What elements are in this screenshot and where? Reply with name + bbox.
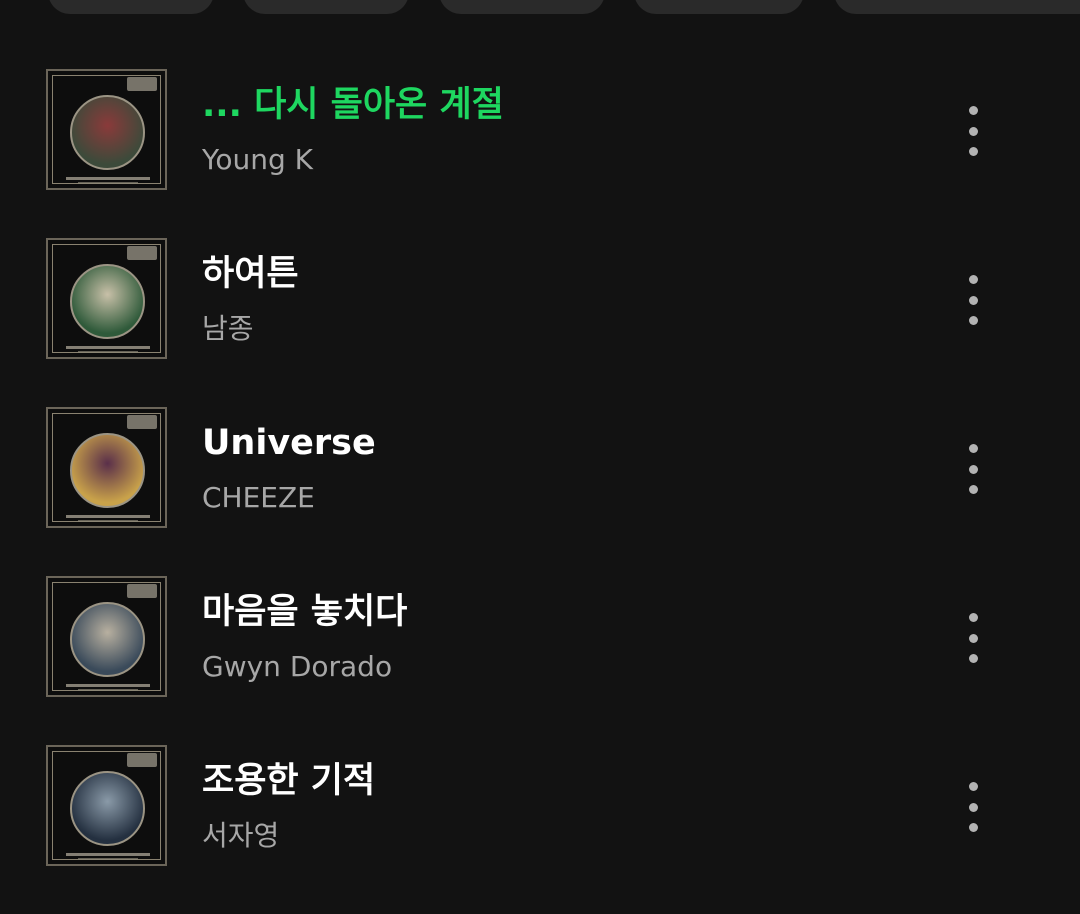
album-art-subcaption bbox=[78, 520, 138, 522]
album-art bbox=[46, 69, 167, 190]
album-art-logo bbox=[127, 77, 157, 91]
track-artist: 서자영 bbox=[202, 819, 280, 852]
album-art-caption bbox=[66, 515, 150, 518]
album-art bbox=[46, 745, 167, 866]
album-art-portrait bbox=[70, 771, 145, 846]
more-options-button[interactable] bbox=[952, 775, 996, 835]
vertical-ellipsis-icon bbox=[969, 485, 978, 494]
track-artist: CHEEZE bbox=[202, 481, 315, 514]
vertical-ellipsis-icon bbox=[969, 654, 978, 663]
track-title: Universe bbox=[202, 423, 376, 463]
filter-chip[interactable] bbox=[439, 0, 605, 14]
vertical-ellipsis-icon bbox=[969, 634, 978, 643]
vertical-ellipsis-icon bbox=[969, 823, 978, 832]
filter-chips-row bbox=[0, 0, 1080, 14]
album-art-logo bbox=[127, 246, 157, 260]
track-row[interactable]: ... 다시 돌아온 계절 Young K bbox=[0, 69, 1080, 238]
album-art-portrait bbox=[70, 95, 145, 170]
vertical-ellipsis-icon bbox=[969, 316, 978, 325]
filter-chip[interactable] bbox=[634, 0, 804, 14]
track-artist: Young K bbox=[202, 143, 314, 176]
vertical-ellipsis-icon bbox=[969, 613, 978, 622]
more-options-button[interactable] bbox=[952, 99, 996, 159]
track-row[interactable]: 하여튼 남종 bbox=[0, 238, 1080, 407]
track-row[interactable]: Universe CHEEZE bbox=[0, 407, 1080, 576]
vertical-ellipsis-icon bbox=[969, 127, 978, 136]
vertical-ellipsis-icon bbox=[969, 444, 978, 453]
vertical-ellipsis-icon bbox=[969, 803, 978, 812]
album-art-subcaption bbox=[78, 858, 138, 860]
track-title: 하여튼 bbox=[202, 254, 299, 294]
filter-chip[interactable] bbox=[48, 0, 214, 14]
track-row[interactable]: 마음을 놓치다 Gwyn Dorado bbox=[0, 576, 1080, 745]
album-art-subcaption bbox=[78, 689, 138, 691]
album-art-portrait bbox=[70, 602, 145, 677]
track-list: ... 다시 돌아온 계절 Young K 하여튼 남종 Universe CH… bbox=[0, 69, 1080, 914]
album-art-caption bbox=[66, 684, 150, 687]
vertical-ellipsis-icon bbox=[969, 147, 978, 156]
album-art bbox=[46, 407, 167, 528]
album-art-caption bbox=[66, 177, 150, 180]
album-art bbox=[46, 238, 167, 359]
vertical-ellipsis-icon bbox=[969, 296, 978, 305]
album-art-caption bbox=[66, 853, 150, 856]
track-title: 마음을 놓치다 bbox=[202, 592, 408, 632]
album-art-subcaption bbox=[78, 351, 138, 353]
album-art-logo bbox=[127, 753, 157, 767]
album-art bbox=[46, 576, 167, 697]
more-options-button[interactable] bbox=[952, 437, 996, 497]
vertical-ellipsis-icon bbox=[969, 106, 978, 115]
track-title: ... 다시 돌아온 계절 bbox=[202, 85, 504, 125]
vertical-ellipsis-icon bbox=[969, 782, 978, 791]
vertical-ellipsis-icon bbox=[969, 275, 978, 284]
album-art-caption bbox=[66, 346, 150, 349]
album-art-subcaption bbox=[78, 182, 138, 184]
album-art-portrait bbox=[70, 264, 145, 339]
album-art-logo bbox=[127, 415, 157, 429]
filter-chip[interactable] bbox=[834, 0, 1080, 14]
album-art-logo bbox=[127, 584, 157, 598]
track-artist: Gwyn Dorado bbox=[202, 650, 393, 683]
filter-chip[interactable] bbox=[243, 0, 409, 14]
vertical-ellipsis-icon bbox=[969, 465, 978, 474]
more-options-button[interactable] bbox=[952, 268, 996, 328]
album-art-portrait bbox=[70, 433, 145, 508]
track-artist: 남종 bbox=[202, 312, 254, 345]
more-options-button[interactable] bbox=[952, 606, 996, 666]
track-title: 조용한 기적 bbox=[202, 761, 376, 801]
